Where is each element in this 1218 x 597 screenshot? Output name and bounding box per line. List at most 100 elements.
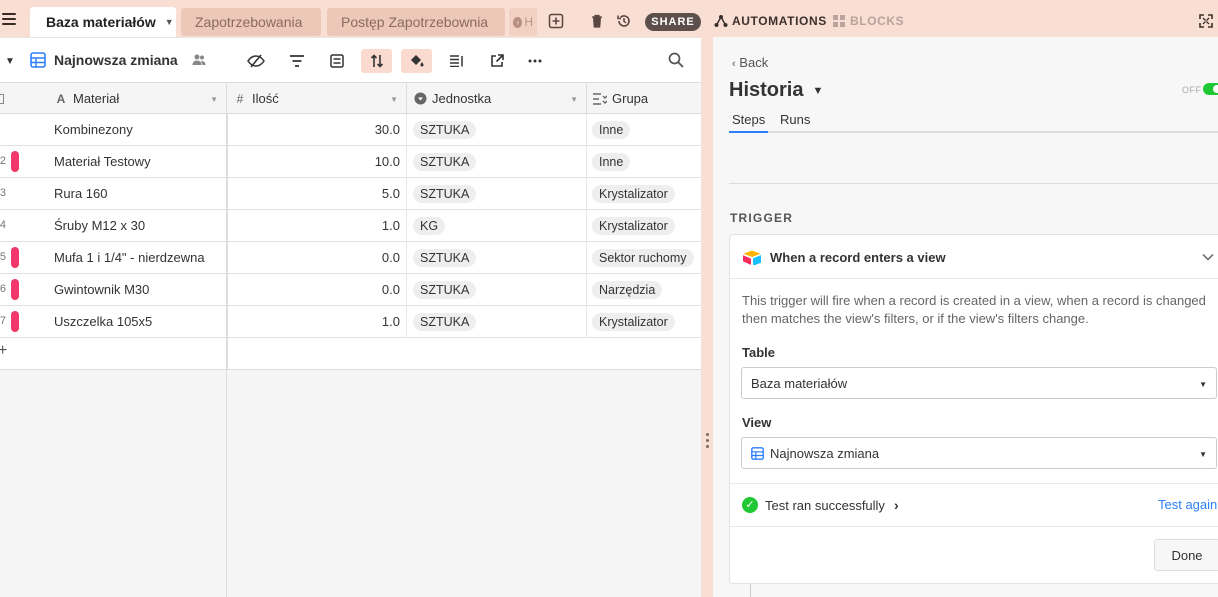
table-row[interactable]: 4 Śruby M12 x 30 1.0 KG Krystalizator bbox=[0, 210, 701, 242]
cell-material[interactable]: Śruby M12 x 30 bbox=[54, 210, 145, 242]
cell-material[interactable]: Uszczelka 105x5 bbox=[54, 306, 152, 338]
cell-jednostka[interactable]: SZTUKA bbox=[407, 274, 587, 306]
view-label: View bbox=[742, 415, 772, 430]
cell-material[interactable]: Rura 160 bbox=[54, 178, 107, 210]
history-icon[interactable] bbox=[616, 13, 632, 29]
cell-ilosc[interactable]: 1.0 bbox=[227, 306, 407, 338]
column-header-jednostka[interactable]: Jednostka ▼ bbox=[407, 83, 587, 114]
cell-ilosc[interactable]: 5.0 bbox=[227, 178, 407, 210]
multi-select-icon bbox=[593, 92, 607, 106]
add-row-button[interactable]: + bbox=[0, 338, 701, 370]
color-button[interactable] bbox=[401, 49, 432, 73]
view-select[interactable]: Najnowsza zmiana ▼ bbox=[741, 437, 1217, 469]
filter-button[interactable] bbox=[281, 49, 312, 73]
cell-grupa[interactable]: Krystalizator bbox=[587, 210, 701, 242]
grupa-tag: Sektor ruchomy bbox=[592, 249, 694, 267]
trigger-heading: TRIGGER bbox=[730, 211, 794, 225]
tab-runs[interactable]: Runs bbox=[780, 112, 810, 127]
cell-jednostka[interactable]: SZTUKA bbox=[407, 306, 587, 338]
divider bbox=[730, 483, 1218, 484]
column-header-material[interactable]: A Materiał ▼ bbox=[0, 83, 227, 114]
test-status[interactable]: ✓ Test ran successfully › bbox=[742, 497, 899, 513]
cell-material[interactable]: Gwintownik M30 bbox=[54, 274, 149, 306]
tab-label: Zapotrzebowania bbox=[195, 14, 303, 30]
cell-grupa[interactable]: Inne bbox=[587, 114, 701, 146]
tab-zapotrzebowania[interactable]: Zapotrzebowania bbox=[181, 8, 321, 36]
table-row[interactable]: Kombinezony 30.0 SZTUKA Inne bbox=[0, 114, 701, 146]
back-link[interactable]: ‹ Back bbox=[732, 55, 768, 70]
cell-material[interactable]: Materiał Testowy bbox=[54, 146, 151, 178]
share-button[interactable]: SHARE bbox=[645, 13, 701, 31]
cell-ilosc[interactable]: 1.0 bbox=[227, 210, 407, 242]
table-select[interactable]: Baza materiałów ▼ bbox=[741, 367, 1217, 399]
blocks-button[interactable]: BLOCKS bbox=[832, 14, 904, 28]
more-button[interactable] bbox=[519, 49, 550, 73]
column-header-ilosc[interactable]: # Ilość ▼ bbox=[227, 83, 407, 114]
cell-grupa[interactable]: Krystalizator bbox=[587, 178, 701, 210]
chevron-down-icon[interactable]: ▼ bbox=[5, 56, 15, 67]
cell-jednostka[interactable]: SZTUKA bbox=[407, 114, 587, 146]
chevron-down-icon[interactable]: ▼ bbox=[570, 95, 578, 104]
automations-button[interactable]: AUTOMATIONS bbox=[714, 14, 827, 28]
hide-fields-button[interactable] bbox=[240, 49, 271, 73]
column-header-grupa[interactable]: Grupa bbox=[587, 83, 701, 114]
more-tabs-button[interactable]: › H bbox=[509, 8, 537, 36]
tab-baza-materialow[interactable]: Baza materiałów ▼ bbox=[30, 7, 176, 37]
chevron-down-icon[interactable]: ▼ bbox=[812, 85, 823, 97]
table-row[interactable]: 6 Gwintownik M30 0.0 SZTUKA Narzędzia bbox=[0, 274, 701, 306]
cell-grupa[interactable]: Sektor ruchomy bbox=[587, 242, 701, 274]
sort-button[interactable] bbox=[361, 49, 392, 73]
search-icon[interactable] bbox=[668, 52, 684, 68]
toggle-label: OFF bbox=[1182, 85, 1202, 95]
collapse-panel-icon[interactable] bbox=[1199, 14, 1213, 28]
jednostka-tag: SZTUKA bbox=[413, 121, 477, 139]
table-row[interactable]: 5 Mufa 1 i 1/4" - nierdzewna 0.0 SZTUKA Sekt… bbox=[0, 242, 701, 274]
automation-toggle[interactable] bbox=[1203, 83, 1218, 95]
group-button[interactable] bbox=[321, 49, 352, 73]
view-select-value: Najnowsza zmiana bbox=[770, 445, 880, 461]
grid-view-icon bbox=[751, 446, 764, 460]
cell-grupa[interactable]: Narzędzia bbox=[587, 274, 701, 306]
cell-grupa[interactable]: Inne bbox=[587, 146, 701, 178]
cell-ilosc[interactable]: 0.0 bbox=[227, 242, 407, 274]
add-table-icon[interactable] bbox=[548, 13, 564, 29]
cell-grupa[interactable]: Krystalizator bbox=[587, 306, 701, 338]
menu-icon[interactable] bbox=[2, 13, 16, 29]
more-icon bbox=[528, 59, 541, 63]
chevron-down-icon[interactable] bbox=[1202, 250, 1214, 264]
hide-fields-icon bbox=[246, 54, 265, 68]
blocks-label: BLOCKS bbox=[850, 14, 905, 28]
table-row[interactable]: 3 Rura 160 5.0 SZTUKA Krystalizator bbox=[0, 178, 701, 210]
chevron-down-icon[interactable]: ▼ bbox=[390, 95, 398, 104]
collaborative-view-icon[interactable] bbox=[191, 52, 207, 68]
cell-jednostka[interactable]: SZTUKA bbox=[407, 146, 587, 178]
trigger-card: When a record enters a view This trigger… bbox=[729, 234, 1218, 584]
cell-jednostka[interactable]: SZTUKA bbox=[407, 178, 587, 210]
tab-steps[interactable]: Steps bbox=[732, 112, 765, 127]
done-button[interactable]: Done bbox=[1154, 539, 1218, 571]
cell-ilosc[interactable]: 30.0 bbox=[227, 114, 407, 146]
view-name[interactable]: Najnowsza zmiana bbox=[54, 52, 178, 68]
share-view-button[interactable] bbox=[481, 49, 512, 73]
tab-postep-zapotrzebownia[interactable]: Postęp Zapotrzebownia bbox=[327, 8, 505, 36]
blocks-icon bbox=[833, 15, 845, 27]
cell-jednostka[interactable]: KG bbox=[407, 210, 587, 242]
cell-ilosc[interactable]: 10.0 bbox=[227, 146, 407, 178]
chevron-down-icon[interactable]: ▼ bbox=[165, 17, 174, 27]
row-color-flag bbox=[11, 311, 19, 332]
chevron-down-icon[interactable]: ▼ bbox=[210, 95, 218, 104]
table-row[interactable]: 2 Materiał Testowy 10.0 SZTUKA Inne bbox=[0, 146, 701, 178]
test-again-button[interactable]: Test again bbox=[1158, 497, 1217, 512]
cell-jednostka[interactable]: SZTUKA bbox=[407, 242, 587, 274]
panel-resize-handle[interactable] bbox=[701, 37, 713, 597]
row-height-button[interactable] bbox=[441, 49, 472, 73]
automation-title[interactable]: Historia ▼ bbox=[729, 79, 823, 102]
filter-icon bbox=[289, 55, 304, 67]
table-row[interactable]: 7 Uszczelka 105x5 1.0 SZTUKA Krystalizator bbox=[0, 306, 701, 338]
cell-material[interactable]: Mufa 1 i 1/4" - nierdzewna bbox=[54, 242, 205, 274]
trash-icon[interactable] bbox=[589, 13, 605, 29]
cell-ilosc[interactable]: 0.0 bbox=[227, 274, 407, 306]
cell-material[interactable]: Kombinezony bbox=[54, 114, 133, 146]
trigger-card-header[interactable]: When a record enters a view bbox=[730, 235, 1218, 279]
automation-panel: ‹ Back Historia ▼ OFF Steps Runs TRIGGER… bbox=[713, 37, 1218, 597]
